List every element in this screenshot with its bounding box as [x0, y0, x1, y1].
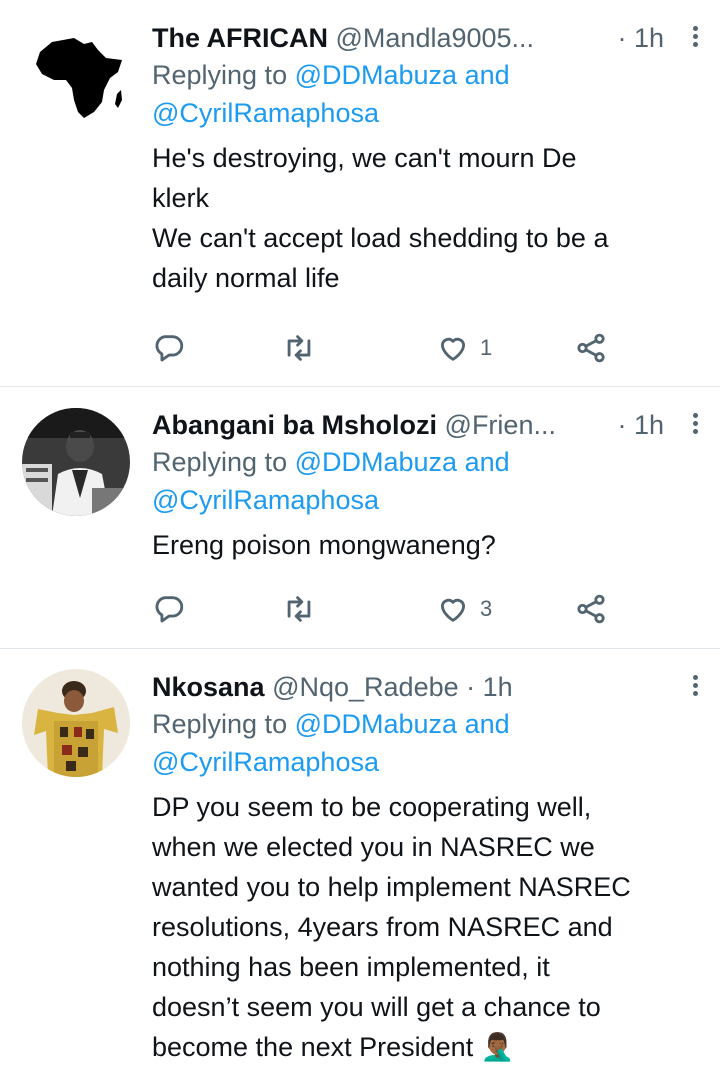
like-button[interactable]: 1 — [436, 328, 492, 368]
replying-to: Replying to @DDMabuza and @CyrilRamaphos… — [152, 56, 700, 132]
timestamp[interactable]: · 1h — [466, 672, 513, 702]
replying-and: and — [464, 60, 510, 90]
reply-button[interactable] — [152, 328, 186, 368]
heart-icon — [440, 598, 466, 622]
display-name[interactable]: Abangani ba Msholozi — [152, 410, 437, 440]
retweet-icon — [287, 335, 311, 361]
mention-link[interactable]: @CyrilRamaphosa — [152, 98, 379, 128]
more-options-icon[interactable] — [690, 410, 700, 440]
like-count: 3 — [480, 596, 493, 621]
timestamp[interactable]: · 1h — [617, 20, 664, 56]
reply-icon — [155, 335, 184, 362]
share-button[interactable] — [574, 589, 608, 629]
retweet-icon — [287, 596, 311, 622]
action-bar: 3 — [152, 589, 672, 629]
tweet-text: DP you seem to be cooperating well, when… — [152, 792, 631, 1062]
retweet-button[interactable] — [282, 328, 316, 368]
avatar[interactable] — [22, 408, 130, 516]
share-icon — [577, 594, 605, 624]
replying-and: and — [464, 709, 510, 739]
avatar[interactable] — [22, 669, 130, 777]
tweet[interactable]: The AFRICAN @Mandla9005... · 1h Replying… — [0, 0, 720, 387]
replying-prefix: Replying to — [152, 709, 288, 739]
tweet-text: He's destroying, we can't mourn De klerk… — [152, 143, 609, 293]
timestamp[interactable]: · 1h — [617, 407, 664, 443]
mention-link[interactable]: @DDMabuza — [295, 709, 457, 739]
tweet[interactable]: Abangani ba Msholozi @Frien... · 1h Repl… — [0, 387, 720, 649]
user-handle[interactable]: @Frien... — [445, 410, 556, 440]
replying-prefix: Replying to — [152, 60, 288, 90]
retweet-button[interactable] — [282, 589, 316, 629]
tweet-text: Ereng poison mongwaneng? — [152, 530, 496, 560]
africa-map-avatar-image — [36, 38, 122, 118]
display-name[interactable]: Nkosana — [152, 672, 265, 702]
more-options-icon[interactable] — [690, 672, 700, 702]
mention-link[interactable]: @CyrilRamaphosa — [152, 747, 379, 777]
replying-to: Replying to @DDMabuza and @CyrilRamaphos… — [152, 705, 700, 781]
share-button[interactable] — [574, 328, 608, 368]
mention-link[interactable]: @DDMabuza — [295, 60, 457, 90]
reply-button[interactable] — [152, 589, 186, 629]
avatar[interactable] — [22, 20, 130, 128]
heart-icon — [440, 337, 466, 361]
like-button[interactable]: 3 — [436, 589, 492, 629]
replying-prefix: Replying to — [152, 447, 288, 477]
like-count: 1 — [480, 335, 493, 360]
replying-and: and — [464, 447, 510, 477]
share-icon — [577, 333, 605, 363]
mention-link[interactable]: @CyrilRamaphosa — [152, 485, 379, 515]
person-colorful-outfit-avatar-image — [22, 669, 130, 777]
more-options-icon[interactable] — [690, 23, 700, 53]
replying-to: Replying to @DDMabuza and @CyrilRamaphos… — [152, 443, 700, 519]
user-handle[interactable]: @Mandla9005... — [336, 23, 535, 53]
tweet[interactable]: Nkosana @Nqo_Radebe · 1h Replying to @DD… — [0, 649, 720, 1071]
man-portrait-avatar-image — [22, 408, 130, 516]
display-name[interactable]: The AFRICAN — [152, 23, 328, 53]
action-bar: 1 — [152, 328, 672, 368]
user-handle[interactable]: @Nqo_Radebe — [272, 672, 459, 702]
reply-icon — [155, 596, 184, 623]
mention-link[interactable]: @DDMabuza — [295, 447, 457, 477]
